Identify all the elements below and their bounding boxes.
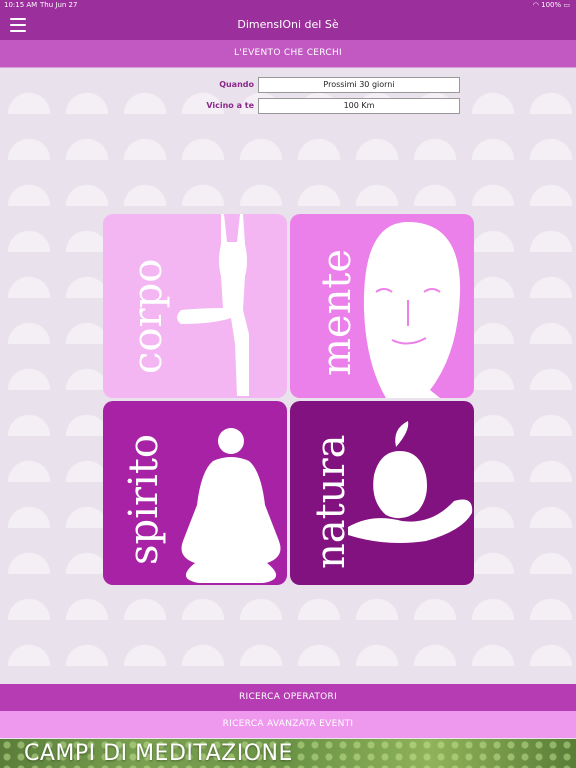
status-time: 10:15 AM [4,1,38,9]
filter-near-label: Vicino a te [206,101,254,110]
tile-mente[interactable]: mente [290,214,474,398]
tile-spirito-label: spirito [121,434,167,565]
banner-text: CAMPI DI MEDITAZIONE [24,741,293,766]
tile-mente-label: mente [314,248,360,376]
battery-icon: ▭ [563,1,570,9]
advanced-search-button[interactable]: RICERCA AVANZATA EVENTI [0,711,576,738]
top-bar: DimensIOni del Sè [0,10,576,40]
tile-corpo[interactable]: corpo [103,214,287,398]
tile-spirito[interactable]: spirito [103,401,287,585]
background-pattern [0,68,576,684]
filter-when-row: Quando Prossimi 30 giorni [0,77,576,95]
search-operators-button[interactable]: RICERCA OPERATORI [0,684,576,711]
status-date: Thu Jun 27 [40,1,78,9]
filter-near-row: Vicino a te 100 Km [0,98,576,116]
tile-natura-label: natura [308,434,354,569]
meditation-banner[interactable]: CAMPI DI MEDITAZIONE [0,739,576,768]
tile-corpo-label: corpo [125,258,171,374]
filter-when-field[interactable]: Prossimi 30 giorni [258,77,460,93]
subheader-title: L'EVENTO CHE CERCHI [234,48,342,58]
filter-near-field[interactable]: 100 Km [258,98,460,114]
app-title: DimensIOni del Sè [237,18,339,31]
wifi-icon: ◠ [532,1,539,9]
battery-percent: 100% [541,1,562,9]
filter-when-label: Quando [219,80,254,89]
subheader-bar: L'EVENTO CHE CERCHI [0,40,576,68]
status-bar: 10:15 AM Thu Jun 27 ◠ 100% ▭ [0,0,576,10]
status-right: ◠ 100% ▭ [533,0,570,10]
tile-natura[interactable]: natura [290,401,474,585]
